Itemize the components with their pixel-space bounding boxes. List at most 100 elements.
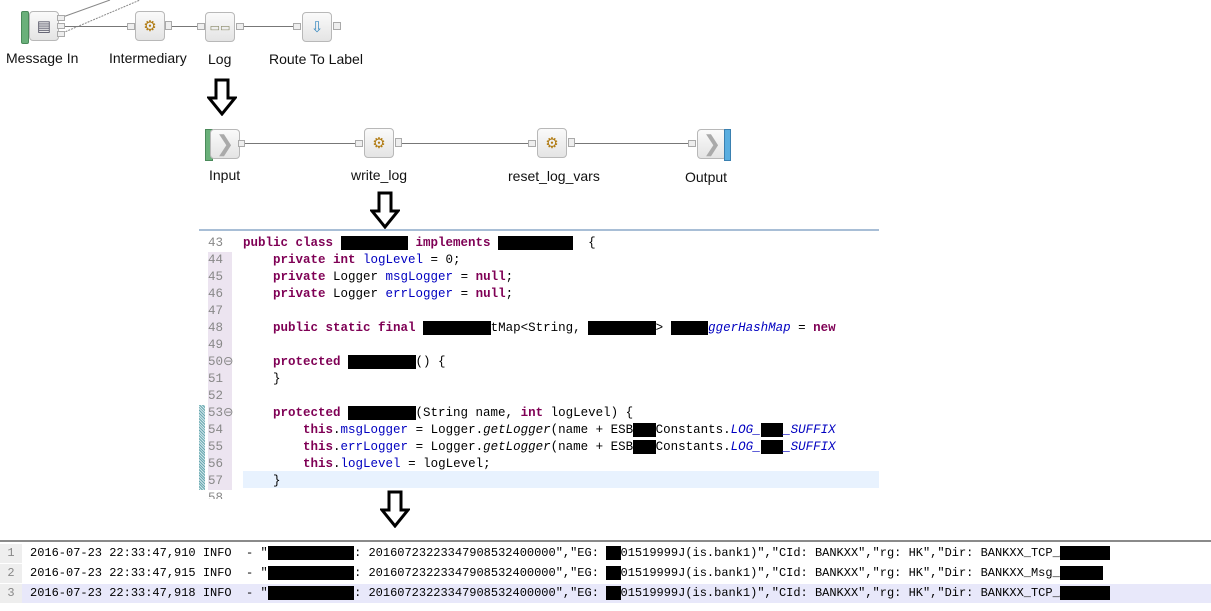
- wire: [245, 143, 360, 144]
- log-line-number: 3: [0, 584, 22, 603]
- code-text: this.msgLogger = Logger.getLogger(name +…: [303, 423, 836, 437]
- redacted-text: Concurren: [423, 321, 491, 335]
- redacted-text: Sev: 1 , UID: [267, 586, 355, 600]
- redacted-text: ADAPTER: [1059, 586, 1111, 600]
- code-text: public class ESBLogger implements IESBLo…: [243, 236, 596, 250]
- line-number: 52: [208, 388, 232, 405]
- terminal[interactable]: [568, 138, 575, 147]
- redacted-text: Sev: 1 , UID: [267, 566, 355, 580]
- code-text: private Logger msgLogger = null;: [273, 270, 514, 284]
- down-arrow-icon: [380, 490, 410, 528]
- line-number: 54: [208, 422, 232, 439]
- code-line[interactable]: 48 public static final ConcurrentMap<Str…: [199, 320, 879, 337]
- line-number: 53⊖: [208, 405, 234, 422]
- code-editor[interactable]: 43 public class ESBLogger implements IESB…: [199, 229, 879, 499]
- code-text: public static final ConcurrentMap<String…: [273, 321, 836, 335]
- terminal[interactable]: [293, 23, 301, 30]
- terminal[interactable]: [238, 140, 245, 147]
- log-node[interactable]: ▭▭: [205, 12, 235, 42]
- redacted-text: ERR: [760, 440, 784, 454]
- output-node[interactable]: ❯: [697, 129, 727, 159]
- log-row[interactable]: 3 2016-07-23 22:33:47,918 INFO - "Sev: 1 …: [0, 584, 1211, 603]
- offscreen-wires: [59, 0, 141, 35]
- code-line[interactable]: 46 private Logger errLogger = null;: [199, 286, 879, 303]
- line-number: 57: [208, 473, 232, 490]
- redacted-text: IESBLogger: [498, 236, 574, 250]
- terminal[interactable]: [197, 23, 205, 30]
- terminal[interactable]: [57, 23, 65, 29]
- input-terminal-icon: ❯: [215, 131, 235, 156]
- code-text: this.logLevel = logLevel;: [303, 457, 491, 471]
- terminal[interactable]: [165, 21, 172, 30]
- node-label: Intermediary: [109, 50, 187, 66]
- code-line[interactable]: 50⊖ protected ESBLogger() {: [199, 354, 879, 371]
- line-number: 45: [208, 269, 232, 286]
- input-node[interactable]: ❯: [210, 129, 240, 159]
- log-text: 2016-07-23 22:33:47,910 INFO - "Sev: 1 ,…: [30, 546, 1111, 560]
- line-number: 44: [208, 252, 232, 269]
- code-text: private int logLevel = 0;: [273, 253, 461, 267]
- code-line[interactable]: 55 this.errLogger = Logger.getLogger(nam…: [199, 439, 879, 456]
- log-row[interactable]: 1 2016-07-23 22:33:47,910 INFO - "Sev: 1 …: [0, 544, 1211, 563]
- terminal[interactable]: [127, 23, 135, 30]
- terminal[interactable]: [395, 138, 402, 147]
- log-line-number: 1: [0, 544, 22, 563]
- code-line[interactable]: 58: [199, 490, 879, 499]
- code-line[interactable]: 54 this.msgLogger = Logger.getLogger(nam…: [199, 422, 879, 439]
- compute-gears-icon: ⚙: [545, 135, 559, 152]
- log-row[interactable]: 2 2016-07-23 22:33:47,915 INFO - "Sev: 1 …: [0, 564, 1211, 583]
- terminal[interactable]: [236, 23, 244, 30]
- node-label: Log: [208, 51, 232, 67]
- code-line[interactable]: 56 this.logLevel = logLevel;: [199, 456, 879, 473]
- route-to-label-icon: ⇩: [310, 19, 324, 36]
- code-text: private Logger errLogger = null;: [273, 287, 514, 301]
- message-in-node[interactable]: ▤: [29, 11, 59, 41]
- node-label: write_log: [351, 167, 408, 183]
- line-number: 49: [208, 337, 232, 354]
- code-line[interactable]: 44 private int logLevel = 0;: [199, 252, 879, 269]
- down-arrow-icon: [207, 78, 237, 116]
- output-terminal-icon: ❯: [702, 131, 722, 156]
- node-label: Output: [685, 169, 728, 185]
- down-arrow-icon: [370, 191, 400, 229]
- redacted-text: ESBLogger: [588, 321, 656, 335]
- route-to-label-node[interactable]: ⇩: [302, 12, 332, 42]
- redacted-text: MSG: [760, 423, 784, 437]
- write-log-node[interactable]: ⚙: [364, 128, 394, 158]
- message-in-icon: ▤: [36, 18, 52, 35]
- redacted-text: ADAPTER: [1059, 546, 1111, 560]
- terminal[interactable]: [57, 15, 65, 21]
- output-bar: [724, 129, 731, 161]
- compute-gears-icon: ⚙: [372, 135, 386, 152]
- wire: [172, 26, 197, 27]
- reset-log-vars-node[interactable]: ⚙: [537, 128, 567, 158]
- log-text: 2016-07-23 22:33:47,918 INFO - "Sev: 1 ,…: [30, 586, 1111, 600]
- log-icon: ▭▭: [209, 21, 231, 34]
- redacted-text: XXX: [633, 440, 656, 454]
- terminal[interactable]: [57, 31, 65, 37]
- node-label: Route To Label: [269, 51, 363, 67]
- code-text: }: [243, 474, 281, 488]
- intermediary-node[interactable]: ⚙: [135, 11, 165, 41]
- code-line[interactable]: 49: [199, 337, 879, 354]
- redacted-text: ESBLogger: [348, 355, 416, 369]
- code-line[interactable]: 53⊖ protected ESBLogger(String name, int…: [199, 405, 879, 422]
- code-line[interactable]: 43 public class ESBLogger implements IESB…: [199, 235, 879, 252]
- input-bar: [21, 11, 29, 44]
- line-number: 48: [208, 320, 232, 337]
- code-line[interactable]: 47: [199, 303, 879, 320]
- code-line[interactable]: 51 }: [199, 371, 879, 388]
- terminal[interactable]: [528, 140, 536, 147]
- log-viewer[interactable]: 1 2016-07-23 22:33:47,910 INFO - "Sev: 1 …: [0, 540, 1211, 611]
- code-line[interactable]: 52: [199, 388, 879, 405]
- terminal[interactable]: [688, 140, 696, 147]
- node-label: Input: [209, 167, 241, 183]
- code-line[interactable]: 45 private Logger msgLogger = null;: [199, 269, 879, 286]
- code-line[interactable]: 57 }: [199, 473, 879, 490]
- redacted-text: Sev: 1 , UID: [267, 546, 355, 560]
- terminal[interactable]: [333, 22, 341, 30]
- redacted-text: XX: [606, 586, 621, 600]
- wire: [244, 26, 294, 27]
- line-number: 50⊖: [208, 354, 234, 371]
- terminal[interactable]: [355, 140, 363, 147]
